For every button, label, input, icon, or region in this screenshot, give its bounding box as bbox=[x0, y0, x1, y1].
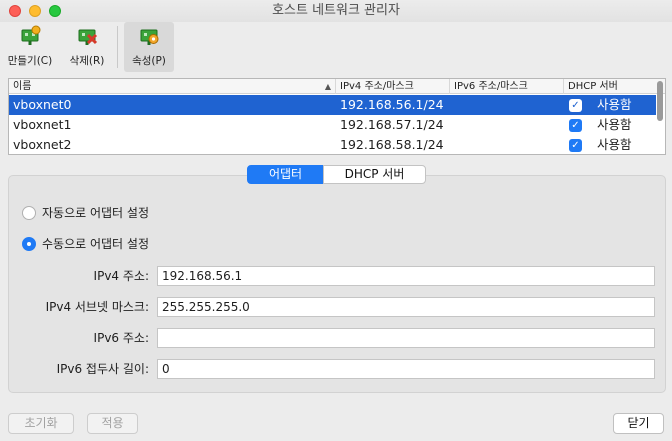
row-dhcp: 사용함 bbox=[597, 117, 632, 132]
network-table: 이름 ▲ IPv4 주소/마스크 IPv6 주소/마스크 DHCP 서버 vbo… bbox=[8, 78, 666, 155]
window-title: 호스트 네트워크 관리자 bbox=[272, 3, 400, 18]
reset-button[interactable]: 초기화 bbox=[8, 413, 74, 434]
row-ipv4: 192.168.56.1/24 bbox=[340, 97, 444, 112]
ipv4-mask-input[interactable] bbox=[157, 297, 655, 317]
adapter-settings-panel: 자동으로 어댑터 설정 수동으로 어댑터 설정 IPv4 주소: IPv4 서브… bbox=[8, 175, 666, 393]
properties-button-label: 속성(P) bbox=[132, 55, 166, 67]
table-row[interactable]: vboxnet1 192.168.57.1/24 ✓ 사용함 bbox=[9, 115, 656, 135]
remove-button-label: 삭제(R) bbox=[69, 55, 105, 67]
ipv6-prefix-label: IPv6 접두사 길이: bbox=[56, 362, 149, 376]
manual-config-radio[interactable] bbox=[22, 237, 36, 251]
create-button-label: 만들기(C) bbox=[7, 55, 53, 67]
column-header-ipv4[interactable]: IPv4 주소/마스크 bbox=[336, 79, 450, 94]
table-row[interactable]: vboxnet0 192.168.56.1/24 ✓ 사용함 bbox=[9, 95, 656, 115]
tab-dhcp-server[interactable]: DHCP 서버 bbox=[323, 165, 426, 184]
dhcp-checkbox[interactable]: ✓ bbox=[569, 99, 582, 112]
close-button[interactable]: 닫기 bbox=[613, 413, 664, 434]
row-dhcp: 사용함 bbox=[597, 137, 632, 152]
minimize-window-button[interactable] bbox=[29, 5, 41, 17]
table-header: 이름 ▲ IPv4 주소/마스크 IPv6 주소/마스크 DHCP 서버 bbox=[9, 79, 665, 94]
column-header-name-label: 이름 bbox=[13, 81, 32, 92]
row-name: vboxnet1 bbox=[13, 117, 72, 132]
ipv4-address-label: IPv4 주소: bbox=[93, 269, 149, 283]
ipv6-address-input[interactable] bbox=[157, 328, 655, 348]
remove-button[interactable]: 삭제(R) bbox=[65, 22, 109, 72]
dhcp-checkbox[interactable]: ✓ bbox=[569, 139, 582, 152]
apply-button[interactable]: 적용 bbox=[87, 413, 138, 434]
network-remove-icon bbox=[78, 29, 98, 45]
title-bar: 호스트 네트워크 관리자 bbox=[0, 0, 672, 22]
column-header-dhcp[interactable]: DHCP 서버 bbox=[564, 79, 656, 94]
close-window-button[interactable] bbox=[9, 5, 21, 17]
tab-adapter[interactable]: 어댑터 bbox=[247, 165, 324, 184]
network-create-icon bbox=[21, 25, 41, 45]
ipv6-address-label: IPv6 주소: bbox=[93, 331, 149, 345]
row-name: vboxnet0 bbox=[13, 97, 72, 112]
ipv6-prefix-input[interactable] bbox=[157, 359, 655, 379]
auto-config-label: 자동으로 어댑터 설정 bbox=[42, 206, 149, 220]
toolbar: 만들기(C) 삭제(R) 속성(P) bbox=[0, 22, 672, 72]
sort-ascending-icon: ▲ bbox=[324, 82, 331, 91]
row-ipv4: 192.168.58.1/24 bbox=[340, 137, 444, 152]
settings-tabs: 어댑터 DHCP 서버 bbox=[247, 165, 426, 184]
host-network-manager-window: 호스트 네트워크 관리자 만들기(C) 삭제(R) 속성(P) 이름 ▲ IPv… bbox=[0, 0, 672, 441]
ipv4-mask-label: IPv4 서브넷 마스크: bbox=[45, 300, 149, 314]
network-properties-icon bbox=[140, 29, 159, 45]
dhcp-checkbox[interactable]: ✓ bbox=[569, 119, 582, 132]
table-scrollbar[interactable] bbox=[657, 81, 663, 121]
row-dhcp: 사용함 bbox=[597, 97, 632, 112]
row-ipv4: 192.168.57.1/24 bbox=[340, 117, 444, 132]
column-header-ipv6[interactable]: IPv6 주소/마스크 bbox=[450, 79, 564, 94]
create-button[interactable]: 만들기(C) bbox=[5, 22, 55, 72]
auto-config-radio[interactable] bbox=[22, 206, 36, 220]
maximize-window-button[interactable] bbox=[49, 5, 61, 17]
row-name: vboxnet2 bbox=[13, 137, 72, 152]
properties-button[interactable]: 속성(P) bbox=[124, 22, 174, 72]
table-row[interactable]: vboxnet2 192.168.58.1/24 ✓ 사용함 bbox=[9, 135, 656, 155]
column-header-name[interactable]: 이름 ▲ bbox=[9, 79, 336, 94]
toolbar-separator bbox=[117, 26, 118, 68]
manual-config-label: 수동으로 어댑터 설정 bbox=[42, 237, 149, 251]
ipv4-address-input[interactable] bbox=[157, 266, 655, 286]
